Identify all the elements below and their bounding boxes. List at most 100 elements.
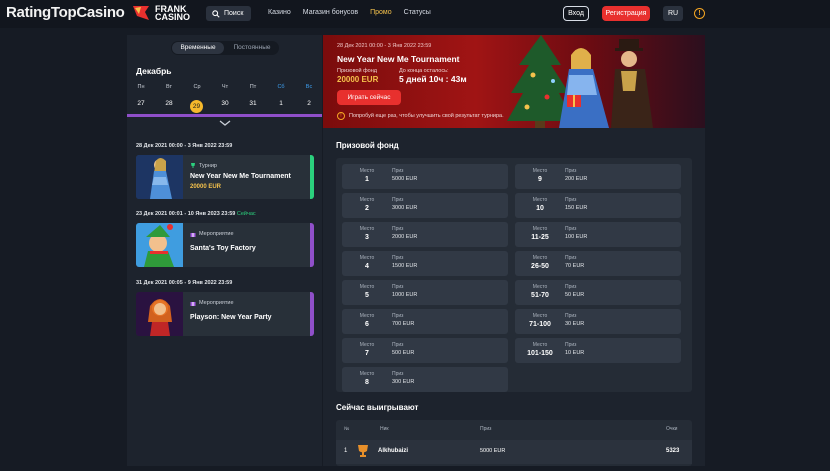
nav-statuses[interactable]: Статусы <box>404 9 431 16</box>
calendar-day[interactable]: 2 <box>302 100 316 107</box>
trophy-icon <box>191 163 195 168</box>
prize-pool-table: Место 1 Приз 5000 EUR Место 9 Приз 200 EUR Мес… <box>336 158 692 392</box>
logo-line2: CASINO <box>155 12 191 22</box>
event-amount: 20000 EUR <box>190 184 222 190</box>
calendar-day[interactable]: 30 <box>218 100 232 107</box>
prize-row: Место 4 Приз 1500 EUR <box>342 251 508 276</box>
event-edge <box>310 292 314 336</box>
main-nav: Казино Магазин бонусов Промо Статусы <box>268 9 431 16</box>
prize-pool-title: Призовой фонд <box>336 141 399 150</box>
col-header: Ник <box>380 426 389 432</box>
prize-row: Место 8 Приз 300 EUR <box>342 367 508 392</box>
winners-title: Сейчас выигрывают <box>336 403 419 412</box>
event-type: Мероприятие <box>199 231 234 237</box>
col-header: № <box>344 426 350 432</box>
weekday: Чт <box>221 84 229 90</box>
prize-row: Место 101-150 Приз 10 EUR <box>515 338 681 363</box>
event-thumbnail <box>136 292 183 336</box>
event-name: Santa's Toy Factory <box>190 245 256 252</box>
chevron-down-icon[interactable] <box>219 119 231 128</box>
register-button[interactable]: Регистрация <box>602 6 650 21</box>
banner-prize-label: Призовой фонд <box>337 68 377 74</box>
casino-logo[interactable]: FRANK CASINO <box>131 4 190 22</box>
prize-row: Место 6 Приз 700 EUR <box>342 309 508 334</box>
warning-icon: ! <box>337 112 345 120</box>
nav-bonus-shop[interactable]: Магазин бонусов <box>303 9 358 16</box>
event-edge <box>310 155 314 199</box>
event-card-santa[interactable]: Мероприятие Santa's Toy Factory <box>136 223 314 267</box>
prize-row: Место 3 Приз 2000 EUR <box>342 222 508 247</box>
event-type: Турнир <box>199 163 217 169</box>
prize-row: Место 7 Приз 500 EUR <box>342 338 508 363</box>
banner-hint-text: Попробуй еще раз, чтобы улучшить свой ре… <box>349 113 504 119</box>
event-name: New Year New Me Tournament <box>190 173 291 180</box>
rank: 1 <box>344 448 348 454</box>
calendar-day-selected[interactable]: 29 <box>190 100 203 113</box>
event-edge <box>310 223 314 267</box>
event-name: Playson: New Year Party <box>190 314 272 321</box>
banner-prize: 20000 EUR <box>337 75 379 84</box>
calendar-day[interactable]: 31 <box>246 100 260 107</box>
prize-row: Место 10 Приз 150 EUR <box>515 193 681 218</box>
language-selector[interactable]: RU <box>663 6 683 21</box>
col-header: Очки <box>666 426 678 432</box>
calendar-event-bar <box>127 114 322 117</box>
event-date: 23 Дек 2021 00:01 - 10 Янв 2023 23:59 Се… <box>136 211 256 217</box>
tournament-banner: 28 Дек 2021 00:00 - 3 Янв 2022 23:59 New… <box>323 35 705 128</box>
weekday: Пт <box>249 84 257 90</box>
event-date: 31 Дек 2021 00:05 - 9 Янв 2022 23:59 <box>136 280 233 286</box>
play-now-button[interactable]: Играть сейчас <box>337 90 401 105</box>
tournament-detail: 28 Дек 2021 00:00 - 3 Янв 2022 23:59 New… <box>323 35 705 466</box>
calendar-month: Декабрь <box>136 66 172 76</box>
search-icon <box>212 9 220 18</box>
calendar-day[interactable]: 27 <box>134 100 148 107</box>
col-header: Приз <box>480 426 492 432</box>
weekday: Ср <box>193 84 201 90</box>
prize-row: Место 26-50 Приз 70 EUR <box>515 251 681 276</box>
player-nick: Alkhubaizi <box>378 448 409 454</box>
gift-icon <box>190 233 196 237</box>
prize-row: Место 51-70 Приз 50 EUR <box>515 280 681 305</box>
weekday: Вс <box>305 84 313 90</box>
tab-temporary[interactable]: Временные <box>172 42 224 54</box>
player-points: 5323 <box>666 448 680 454</box>
login-button[interactable]: Вход <box>563 6 589 21</box>
banner-hint: ! Попробуй еще раз, чтобы улучшить свой … <box>337 112 504 120</box>
banner-title: New Year New Me Tournament <box>337 54 460 64</box>
search-button[interactable]: Поиск <box>206 6 251 21</box>
prize-row: Место 5 Приз 1000 EUR <box>342 280 508 305</box>
event-thumbnail <box>136 155 183 199</box>
nav-casino[interactable]: Казино <box>268 9 291 16</box>
winners-table: № Ник Приз Очки 1 Alkhubaizi 5000 EUR 53… <box>336 420 692 466</box>
watermark: RatingTopCasino <box>6 4 125 21</box>
event-date: 28 Дек 2021 00:00 - 3 Янв 2022 23:59 <box>136 143 233 149</box>
prize-row: Место 1 Приз 5000 EUR <box>342 164 508 189</box>
weekday: Пн <box>137 84 145 90</box>
tab-permanent[interactable]: Постоянные <box>226 42 278 54</box>
nav-promo[interactable]: Промо <box>370 9 392 16</box>
prize-row: Место 2 Приз 3000 EUR <box>342 193 508 218</box>
banner-timer: 5 дней 10ч : 43м <box>399 74 467 84</box>
event-thumbnail <box>136 223 183 267</box>
calendar-day[interactable]: 28 <box>162 100 176 107</box>
player-prize: 5000 EUR <box>480 448 506 454</box>
promo-sidebar: Временные Постоянные Декабрь Пн Вт Ср Чт… <box>127 35 322 466</box>
gift-icon <box>190 302 196 306</box>
prize-row: Место 71-100 Приз 30 EUR <box>515 309 681 334</box>
calendar-day[interactable]: 1 <box>274 100 288 107</box>
banner-date: 28 Дек 2021 00:00 - 3 Янв 2022 23:59 <box>337 43 432 49</box>
prize-row: Место 11-25 Приз 100 EUR <box>515 222 681 247</box>
event-card-playson[interactable]: Мероприятие Playson: New Year Party <box>136 292 314 336</box>
search-label: Поиск <box>224 10 244 17</box>
event-type: Мероприятие <box>199 300 234 306</box>
promo-type-toggle: Временные Постоянные <box>171 41 279 55</box>
weekday: Вт <box>165 84 172 90</box>
trophy-icon <box>358 445 368 457</box>
prize-row: Место 9 Приз 200 EUR <box>515 164 681 189</box>
table-row: 1 Alkhubaizi 5000 EUR 5323 <box>336 440 692 464</box>
weekday: Сб <box>277 84 285 90</box>
top-bar: RatingTopCasino FRANK CASINO Поиск Казин… <box>0 0 830 28</box>
alert-icon[interactable]: ! <box>694 8 705 19</box>
logo-mark-icon <box>131 4 151 22</box>
event-card-tournament[interactable]: Турнир New Year New Me Tournament 20000 … <box>136 155 314 199</box>
